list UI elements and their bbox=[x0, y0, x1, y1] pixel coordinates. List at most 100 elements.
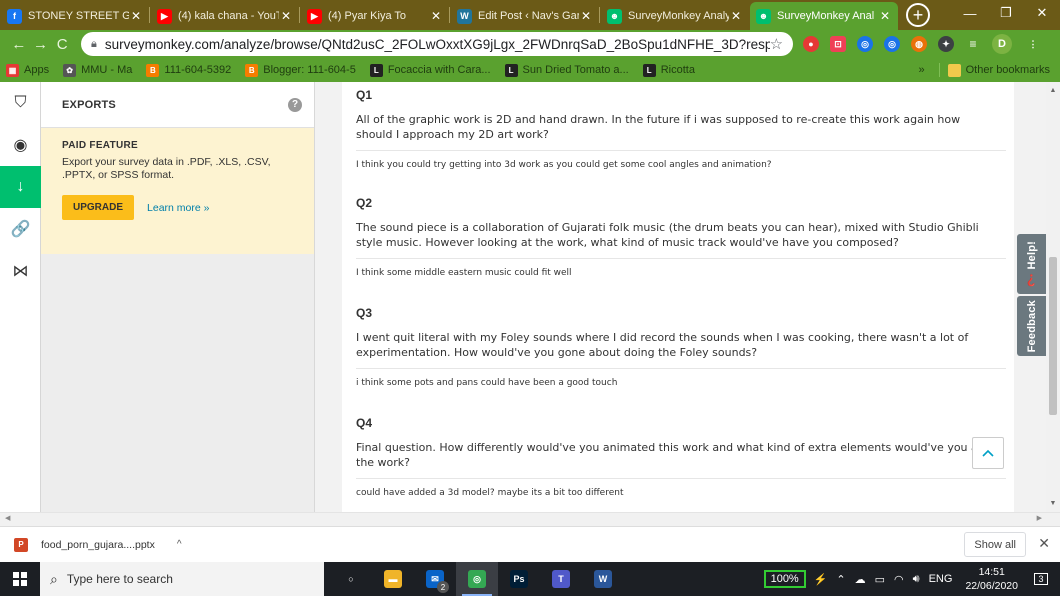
close-window-button[interactable]: ✕ bbox=[1024, 0, 1060, 26]
profile-avatar[interactable]: D bbox=[992, 34, 1013, 54]
answer-text: I think you could try getting into 3d wo… bbox=[356, 150, 1006, 182]
scroll-down-arrow[interactable]: ▼ bbox=[1046, 500, 1060, 507]
response-block: Q3 I went quit literal with my Foley soun… bbox=[356, 302, 1006, 400]
surveymonkey-icon: ☻ bbox=[756, 8, 771, 24]
new-tab-button[interactable]: + bbox=[906, 3, 930, 27]
browser-tab[interactable]: f STONEY STREET GAR✕ bbox=[1, 2, 149, 30]
close-download-shelf-button[interactable]: ✕ bbox=[1038, 535, 1050, 552]
bookmarks-overflow-button[interactable]: » bbox=[919, 64, 925, 76]
photoshop-icon: Ps bbox=[510, 570, 528, 588]
extension-blue-icon[interactable]: ◎ bbox=[857, 36, 874, 52]
url-input[interactable]: 🔒︎ surveymonkey.com/analyze/browse/QNtd2… bbox=[81, 32, 794, 56]
maximize-button[interactable]: ❐ bbox=[988, 0, 1024, 26]
vertical-scrollbar[interactable]: ▲ ▼ bbox=[1046, 82, 1060, 512]
question-text: All of the graphic work is 2D and hand d… bbox=[356, 113, 961, 141]
url-text[interactable]: surveymonkey.com/analyze/browse/QNtd2usC… bbox=[105, 37, 770, 52]
link-icon[interactable]: 🔗 bbox=[0, 208, 41, 250]
volume-icon[interactable]: 🔊︎ bbox=[913, 573, 920, 586]
wifi-icon[interactable]: ◠ bbox=[894, 573, 904, 586]
scroll-up-arrow[interactable]: ▲ bbox=[1046, 87, 1060, 94]
share-icon[interactable]: ⋈ bbox=[0, 250, 41, 292]
battery-icon[interactable]: ▭ bbox=[875, 573, 885, 586]
bookmark-item[interactable]: ▦ Apps bbox=[6, 63, 50, 77]
upgrade-button[interactable]: UPGRADE bbox=[62, 195, 135, 220]
exports-panel: EXPORTS ? PAID FEATURE Export your surve… bbox=[41, 82, 315, 512]
taskbar-clock[interactable]: 14:51 22/06/2020 bbox=[965, 565, 1018, 593]
show-all-downloads-button[interactable]: Show all bbox=[964, 532, 1026, 557]
close-tab-icon[interactable]: ✕ bbox=[579, 9, 593, 23]
bookmark-star-icon[interactable]: ☆ bbox=[770, 35, 783, 53]
scroll-right-arrow[interactable]: ▶ bbox=[1037, 514, 1042, 522]
bookmark-item[interactable]: L Focaccia with Cara... bbox=[369, 63, 491, 77]
taskbar-search-box[interactable]: ⌕ Type here to search bbox=[40, 562, 324, 596]
extension-search-icon[interactable]: ◎ bbox=[884, 36, 901, 52]
app-badge: 2 bbox=[437, 581, 449, 593]
scroll-to-top-button[interactable] bbox=[972, 437, 1004, 469]
help-side-tab[interactable]: ❓ Help! bbox=[1017, 234, 1046, 294]
browser-tab[interactable]: W Edit Post ‹ Nav's Gar ✕ bbox=[451, 2, 599, 30]
download-options-chevron-icon[interactable]: ^ bbox=[177, 539, 182, 550]
media-controls-icon[interactable]: ≡ bbox=[965, 36, 981, 52]
download-arrow-icon[interactable]: ↓ bbox=[0, 166, 41, 208]
bookmark-label: Focaccia with Cara... bbox=[387, 64, 491, 76]
question-text: The sound piece is a collaboration of Gu… bbox=[356, 221, 979, 249]
close-tab-icon[interactable]: ✕ bbox=[878, 9, 892, 23]
taskbar-app[interactable]: T bbox=[540, 562, 582, 596]
taskbar-app[interactable]: ◎ bbox=[456, 562, 498, 596]
tab-divider bbox=[149, 7, 150, 23]
extension-orange-icon[interactable]: ◍ bbox=[911, 36, 928, 52]
taskbar-app[interactable]: ✉ 2 bbox=[414, 562, 456, 596]
back-button[interactable]: ← bbox=[8, 36, 30, 53]
forward-button[interactable]: → bbox=[30, 36, 52, 53]
close-tab-icon[interactable]: ✕ bbox=[129, 9, 143, 23]
bookmark-label: Apps bbox=[24, 64, 50, 76]
bookmark-item[interactable]: L Ricotta bbox=[642, 63, 695, 77]
browser-tab[interactable]: ▶ (4) kala chana - YouT ✕ bbox=[151, 2, 299, 30]
close-tab-icon[interactable]: ✕ bbox=[429, 9, 443, 23]
browser-tab[interactable]: ☻ SurveyMonkey Anal ✕ bbox=[750, 2, 898, 30]
pocket-extension-icon[interactable]: ⊡ bbox=[830, 36, 847, 52]
start-button[interactable] bbox=[0, 562, 40, 596]
taskbar-app[interactable]: Ps bbox=[498, 562, 540, 596]
eye-icon[interactable]: ◉ bbox=[0, 124, 41, 166]
reload-button[interactable]: C bbox=[51, 36, 73, 53]
close-tab-icon[interactable]: ✕ bbox=[279, 9, 293, 23]
scrollbar-thumb[interactable] bbox=[1049, 257, 1057, 415]
battery-indicator[interactable]: 100% bbox=[763, 570, 806, 588]
action-center-icon[interactable]: 3 bbox=[1030, 568, 1052, 590]
download-filename[interactable]: food_porn_gujara....pptx bbox=[41, 539, 155, 551]
scroll-left-arrow[interactable]: ◀ bbox=[5, 514, 10, 522]
browser-menu-icon[interactable]: ⋮ bbox=[1025, 36, 1041, 52]
onedrive-cloud-icon[interactable]: ☁ bbox=[855, 573, 866, 586]
taskbar-app[interactable]: W bbox=[582, 562, 624, 596]
feedback-side-tab[interactable]: Feedback bbox=[1017, 296, 1046, 356]
filter-icon[interactable]: ⛉ bbox=[0, 82, 41, 124]
chrome-icon: ◎ bbox=[468, 570, 486, 588]
bookmark-page-icon: L bbox=[504, 63, 518, 77]
horizontal-scrollbar[interactable]: ◀ ▶ bbox=[0, 512, 1060, 526]
bookmark-label: Ricotta bbox=[660, 64, 695, 76]
answer-text: i think some pots and pans could have be… bbox=[356, 368, 1006, 400]
bookmark-item[interactable]: B Blogger: 111-604-5 bbox=[245, 63, 356, 77]
close-tab-icon[interactable]: ✕ bbox=[729, 9, 743, 23]
bookmark-item[interactable]: ✿ MMU - Ma bbox=[63, 63, 132, 77]
blogger-icon: B bbox=[245, 63, 259, 77]
adblock-extension-icon[interactable]: ● bbox=[803, 36, 820, 52]
taskbar-app[interactable]: ○ bbox=[330, 562, 372, 596]
search-placeholder: Type here to search bbox=[66, 572, 173, 586]
bookmark-item[interactable]: B 111-604-5392 bbox=[146, 63, 231, 77]
show-hidden-icons-chevron[interactable]: ⌃ bbox=[836, 573, 845, 586]
help-icon[interactable]: ? bbox=[288, 97, 302, 112]
language-indicator[interactable]: ENG bbox=[929, 573, 953, 585]
other-bookmarks-folder[interactable]: Other bookmarks bbox=[947, 63, 1050, 77]
bookmark-item[interactable]: L Sun Dried Tomato a... bbox=[504, 63, 629, 77]
learn-more-link[interactable]: Learn more » bbox=[147, 202, 209, 214]
taskbar-app[interactable]: ▬ bbox=[372, 562, 414, 596]
power-plug-icon[interactable]: ⚡ bbox=[814, 573, 828, 586]
question-text: Final question. How differently would've… bbox=[356, 441, 993, 469]
browser-tab[interactable]: ☻ SurveyMonkey Analy ✕ bbox=[601, 2, 749, 30]
extension-puzzle-icon[interactable]: ✦ bbox=[938, 36, 955, 52]
window-controls: — ❐ ✕ bbox=[952, 0, 1060, 26]
browser-tab[interactable]: ▶ (4) Pyar Kiya To ✕ bbox=[301, 2, 449, 30]
minimize-button[interactable]: — bbox=[952, 0, 988, 26]
